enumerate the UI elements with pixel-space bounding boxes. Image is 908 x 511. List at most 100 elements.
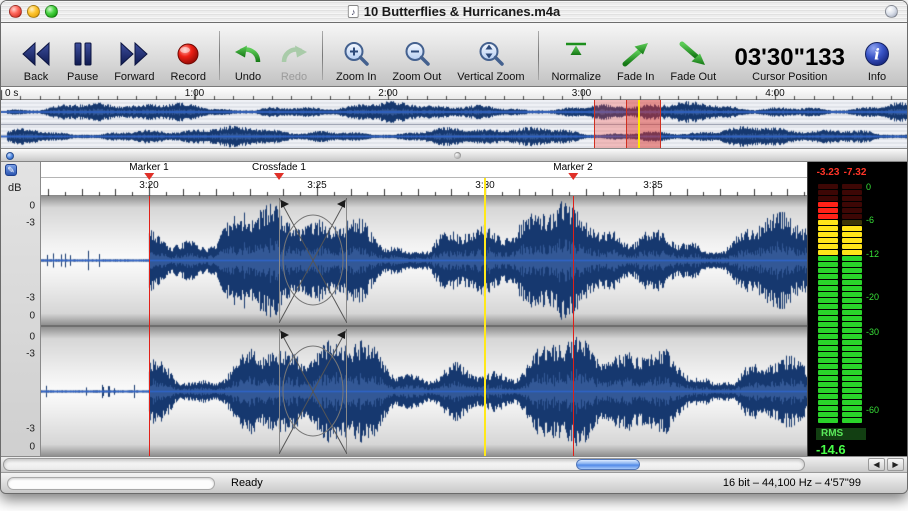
meter-segment (818, 262, 838, 267)
time-ruler-label: 3:25 (307, 180, 326, 191)
marker[interactable]: Crossfade 1 (252, 162, 306, 178)
splitter-handle[interactable] (454, 152, 461, 159)
db-scale-value: 0 (29, 201, 35, 212)
vertical-zoom-button[interactable]: Vertical Zoom (449, 26, 532, 85)
db-scale-value: 0 (29, 311, 35, 322)
meter-segment (818, 412, 838, 417)
fade-in-button[interactable]: Fade In (609, 26, 662, 85)
waveform-channel-right[interactable] (41, 327, 807, 456)
meter-segment (818, 322, 838, 327)
redo-button[interactable]: Redo (271, 26, 317, 85)
waveform-tool-icon[interactable]: ✎ (5, 164, 17, 176)
crossfade-left-handle-icon (281, 331, 289, 339)
meter-segment (818, 382, 838, 387)
meter-segment (818, 346, 838, 351)
meter-segment (818, 364, 838, 369)
overview-waveform-canvas[interactable] (1, 100, 907, 149)
record-button[interactable]: Record (163, 26, 214, 85)
meter-segment (842, 202, 862, 207)
forward-button[interactable]: Forward (106, 26, 162, 85)
waveform-canvas-right[interactable] (41, 327, 807, 456)
vertical-zoom-icon (476, 38, 506, 70)
splitter-orb-icon[interactable] (6, 152, 14, 160)
meter-scale-label: -60 (866, 405, 879, 415)
fade-in-label: Fade In (617, 71, 654, 83)
back-button[interactable]: Back (13, 26, 59, 85)
marker-triangle-icon[interactable] (144, 173, 154, 185)
horizontal-scrollbar-track[interactable] (3, 458, 805, 471)
meter-scale-label: -30 (866, 327, 879, 337)
meter-segment (842, 280, 862, 285)
meter-segment (818, 292, 838, 297)
meter-segment (842, 370, 862, 375)
normalize-button[interactable]: Normalize (544, 26, 610, 85)
audio-format-text: 16 bit – 44,100 Hz – 4'57"99 (723, 477, 861, 489)
meter-segment (818, 376, 838, 381)
marker-label: Marker 1 (129, 162, 168, 173)
fade-in-icon (621, 38, 651, 70)
meter-segment (842, 310, 862, 315)
pause-label: Pause (67, 71, 98, 83)
close-button[interactable] (9, 5, 22, 18)
editor-main: ✎ dB 0 -3 -3 0 0 -3 -3 0 Marker 1 Crossf… (1, 162, 907, 456)
pause-button[interactable]: Pause (59, 26, 106, 85)
meter-segment (842, 334, 862, 339)
overview-splitter[interactable] (1, 149, 907, 162)
time-ruler[interactable]: 3:203:253:303:35 (41, 178, 807, 196)
meter-segment (842, 322, 862, 327)
meter-segment (842, 292, 862, 297)
meter-segment (818, 352, 838, 357)
fade-out-button[interactable]: Fade Out (662, 26, 724, 85)
meter-segment (842, 412, 862, 417)
collapse-button[interactable] (885, 5, 898, 18)
scroll-arrows: ◀ ▶ (868, 458, 904, 471)
meter-scale-label: 0 (866, 182, 871, 192)
scroll-right-button[interactable]: ▶ (887, 458, 904, 471)
meter-segment (818, 310, 838, 315)
marker[interactable]: Marker 1 (129, 162, 168, 178)
toolbar-separator (322, 31, 323, 80)
level-meter-right (842, 184, 862, 424)
undo-button[interactable]: Undo (225, 26, 271, 85)
overview-waveform[interactable] (1, 100, 907, 149)
marker-triangle-icon[interactable] (568, 173, 578, 185)
minimize-button[interactable] (27, 5, 40, 18)
overview-ruler[interactable]: 0 s1:002:003:004:00 (1, 87, 907, 100)
marker[interactable]: Marker 2 (553, 162, 592, 178)
db-scale-value: 0 (29, 332, 35, 343)
db-scale-value: -3 (26, 349, 35, 360)
undo-icon (233, 38, 263, 70)
info-button[interactable]: i Info (855, 26, 899, 85)
db-unit-label: dB (8, 182, 21, 194)
meter-scale-label: -12 (866, 249, 879, 259)
fade-out-label: Fade Out (670, 71, 716, 83)
marker-triangle-icon[interactable] (274, 173, 284, 185)
rms-label: RMS (816, 428, 866, 440)
normalize-icon (561, 38, 591, 70)
zoom-in-button[interactable]: Zoom In (328, 26, 384, 85)
marker-label: Crossfade 1 (252, 162, 306, 173)
crossfade-overlay[interactable] (279, 329, 347, 454)
meter-segment (842, 340, 862, 345)
meter-segment (842, 400, 862, 405)
overview-selection-inner[interactable] (626, 100, 661, 148)
meter-segment (818, 202, 838, 207)
vertical-zoom-label: Vertical Zoom (457, 71, 524, 83)
scroll-left-button[interactable]: ◀ (868, 458, 885, 471)
meter-segment (818, 334, 838, 339)
meter-segment (842, 352, 862, 357)
meter-segment (842, 376, 862, 381)
waveform-canvas-left[interactable] (41, 196, 807, 325)
scroll-left-icon: ◀ (873, 460, 879, 469)
meter-segment (842, 394, 862, 399)
waveform-channel-left[interactable] (41, 196, 807, 327)
traffic-lights (9, 5, 58, 18)
cursor-position-value: 03'30"133 (734, 45, 845, 71)
meter-segment (818, 232, 838, 237)
horizontal-scrollbar-thumb[interactable] (576, 459, 640, 470)
zoom-out-button[interactable]: Zoom Out (384, 26, 449, 85)
meter-segment (818, 184, 838, 189)
zoom-window-button[interactable] (45, 5, 58, 18)
crossfade-overlay[interactable] (279, 198, 347, 323)
peak-value-left: -3.23 (814, 167, 842, 178)
